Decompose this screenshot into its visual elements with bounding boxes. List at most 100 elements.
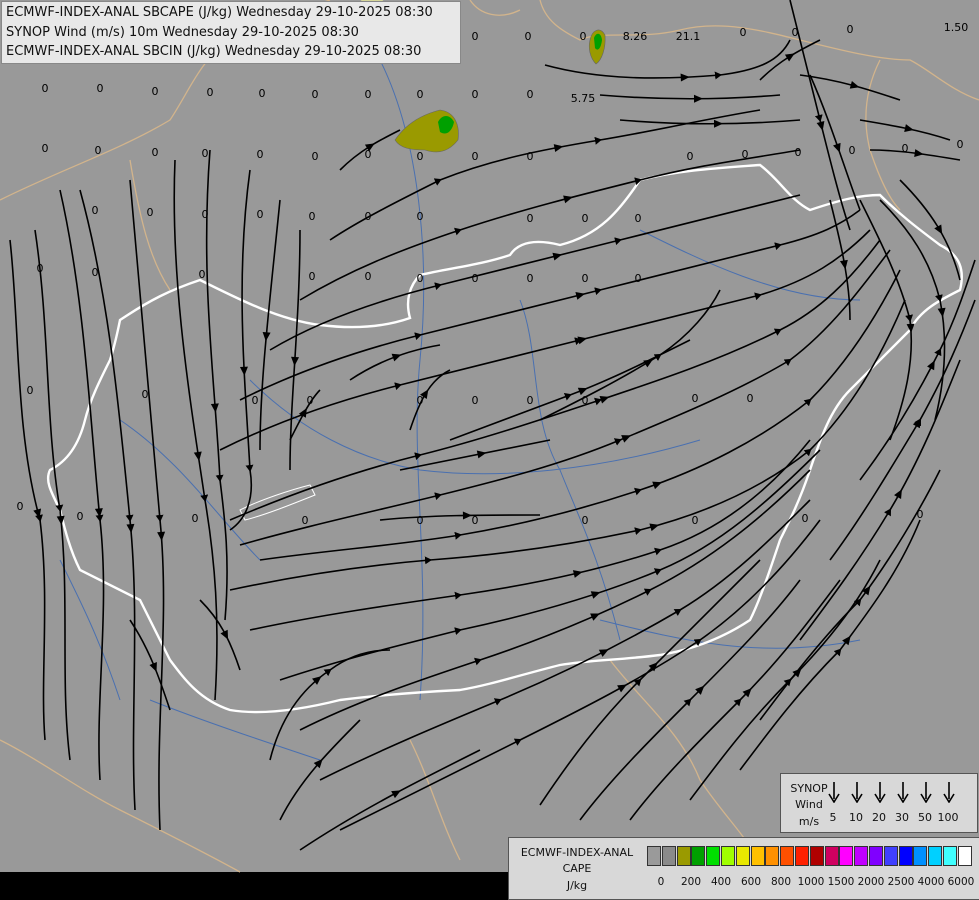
station-value-label: 0 xyxy=(202,147,209,160)
station-value-label: 0 xyxy=(417,150,424,163)
station-value-label: 0 xyxy=(635,212,642,225)
synop-wind-legend: SYNOP Wind m/s 5 10 20 30 50 100 xyxy=(780,773,978,833)
cape-color-swatch xyxy=(750,846,765,866)
station-value-label: 0 xyxy=(199,268,206,281)
cape-color-swatch xyxy=(765,846,780,866)
cape-tick-label: 4000 xyxy=(917,876,945,888)
cape-color-swatch xyxy=(943,846,957,866)
station-value-label: 0 xyxy=(192,512,199,525)
station-value-label: 5.75 xyxy=(571,92,596,105)
title-box: ECMWF-INDEX-ANAL SBCAPE (J/kg) Wednesday… xyxy=(1,1,461,64)
station-value-label: 0 xyxy=(849,144,856,157)
station-value-label: 0 xyxy=(312,150,319,163)
title-synop-wind: SYNOP Wind (m/s) 10m Wednesday 29-10-202… xyxy=(6,25,359,40)
cape-legend-unit: J/kg xyxy=(566,879,588,892)
sea-area xyxy=(0,872,520,900)
station-value-label: 0 xyxy=(527,394,534,407)
station-value-label: 0 xyxy=(27,384,34,397)
station-value-label: 0 xyxy=(582,212,589,225)
cape-legend-title: ECMWF-INDEX-ANAL xyxy=(520,846,634,859)
cape-color-swatch xyxy=(780,846,795,866)
cape-color-swatch xyxy=(706,846,721,866)
station-value-label: 21.1 xyxy=(676,30,701,43)
station-value-label: 0 xyxy=(472,88,479,101)
station-value-label: 0 xyxy=(312,88,319,101)
cape-tick-label: 0 xyxy=(657,876,665,888)
station-value-label: 0 xyxy=(582,514,589,527)
station-value-label: 0 xyxy=(582,394,589,407)
station-value-label: 0 xyxy=(527,212,534,225)
station-value-label: 0 xyxy=(309,270,316,283)
station-value-label: 0 xyxy=(417,210,424,223)
station-value-label: 0 xyxy=(802,512,809,525)
station-value-label: 0 xyxy=(687,150,694,163)
station-value-label: 0 xyxy=(417,394,424,407)
map-canvas: 8.26 21.1 5.75 1.50 0 0 0 0 0 0 0 0 0 0 0 0 0 0 0 0 0 0 0 0 0 0 0 0… xyxy=(0,0,979,900)
cape-color-swatch xyxy=(735,846,750,866)
cape-tick-label: 200 xyxy=(680,876,702,888)
station-value-label: 0 xyxy=(42,142,49,155)
station-value-label: 0 xyxy=(417,88,424,101)
cape-tick-label: 400 xyxy=(710,876,732,888)
cape-color-swatch xyxy=(913,846,928,866)
station-value-label: 0 xyxy=(957,138,964,151)
station-value-label: 0 xyxy=(740,26,747,39)
station-value-label: 0 xyxy=(152,146,159,159)
station-value-label: 0 xyxy=(152,85,159,98)
station-value-label: 0 xyxy=(77,510,84,523)
station-value-label: 0 xyxy=(792,26,799,39)
cape-color-swatch xyxy=(721,846,735,866)
cape-color-swatch xyxy=(661,846,676,866)
station-value-label: 1.50 xyxy=(944,21,969,34)
station-value-label: 0 xyxy=(92,204,99,217)
cape-tick-label: 2500 xyxy=(887,876,915,888)
station-value-label: 0 xyxy=(580,30,587,43)
station-value-label: 0 xyxy=(42,82,49,95)
station-value-label: 0 xyxy=(307,394,314,407)
station-value-label: 0 xyxy=(527,150,534,163)
station-value-label: 0 xyxy=(257,208,264,221)
cape-tick-label: 6000 xyxy=(947,876,975,888)
station-value-label: 0 xyxy=(365,270,372,283)
cape-legend-subtitle: CAPE xyxy=(562,862,592,875)
cape-color-swatch xyxy=(898,846,913,866)
cape-tick-label: 600 xyxy=(740,876,762,888)
cape-color-swatch xyxy=(676,846,691,866)
cape-color-swatch xyxy=(691,846,706,866)
station-value-label: 0 xyxy=(259,87,266,100)
station-value-label: 0 xyxy=(472,394,479,407)
station-value-label: 0 xyxy=(472,30,479,43)
station-value-label: 0 xyxy=(417,514,424,527)
station-value-label: 0 xyxy=(472,150,479,163)
cape-tick-label: 800 xyxy=(770,876,792,888)
station-value-label: 0 xyxy=(692,392,699,405)
station-value-label: 0 xyxy=(147,206,154,219)
cape-color-swatch xyxy=(647,846,661,866)
station-value-label: 0 xyxy=(92,266,99,279)
station-value-label: 0 xyxy=(302,514,309,527)
station-value-label: 0 xyxy=(847,23,854,36)
title-sbcin: ECMWF-INDEX-ANAL SBCIN (J/kg) Wednesday … xyxy=(6,44,422,59)
station-value-label: 0 xyxy=(472,272,479,285)
title-sbcape: ECMWF-INDEX-ANAL SBCAPE (J/kg) Wednesday… xyxy=(6,5,433,20)
weather-map[interactable]: 8.26 21.1 5.75 1.50 0 0 0 0 0 0 0 0 0 0 0 0 0 0 0 0 0 0 0 0 0 0 0 0… xyxy=(0,0,979,900)
cape-color-swatch xyxy=(809,846,824,866)
station-value-label: 0 xyxy=(635,272,642,285)
cape-color-swatch xyxy=(883,846,898,866)
station-value-label: 0 xyxy=(257,148,264,161)
station-value-label: 0 xyxy=(902,142,909,155)
station-value-label: 0 xyxy=(97,82,104,95)
station-value-label: 0 xyxy=(582,272,589,285)
station-value-label: 0 xyxy=(527,88,534,101)
cape-legend: ECMWF-INDEX-ANAL CAPE J/kg 0 200 400 600 800… xyxy=(508,837,979,900)
wind-speed-label: 100 xyxy=(937,811,959,824)
station-value-label: 0 xyxy=(365,210,372,223)
station-value-label: 0 xyxy=(252,394,259,407)
cape-color-swatch xyxy=(824,846,839,866)
station-value-label: 0 xyxy=(309,210,316,223)
cape-color-swatch xyxy=(854,846,869,866)
cape-color-swatch xyxy=(957,846,972,866)
station-value-label: 0 xyxy=(417,272,424,285)
station-value-label: 0 xyxy=(472,514,479,527)
station-value-label: 0 xyxy=(795,146,802,159)
